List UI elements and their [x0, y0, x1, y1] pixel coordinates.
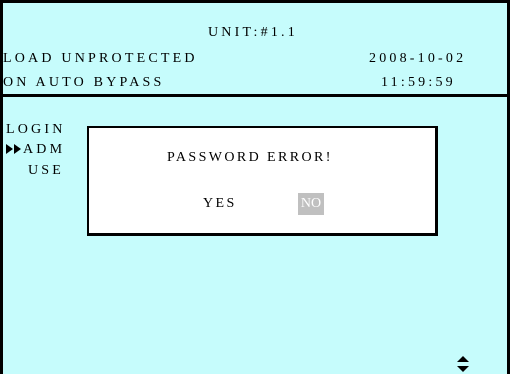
- bypass-status: ON AUTO BYPASS: [3, 75, 165, 90]
- time-display: 11:59:59: [381, 75, 456, 90]
- dialog-message: PASSWORD ERROR!: [167, 150, 333, 165]
- menu-item-use[interactable]: USE: [28, 163, 64, 179]
- no-button[interactable]: NO: [298, 193, 324, 215]
- unit-label: UNIT:#1.1: [208, 25, 298, 40]
- login-menu-title: LOGIN: [6, 122, 66, 137]
- yes-button[interactable]: YES: [203, 196, 237, 212]
- double-right-triangle-icon: [6, 144, 21, 154]
- up-down-arrow-icon[interactable]: [456, 355, 470, 373]
- load-status: LOAD UNPROTECTED: [3, 51, 198, 66]
- menu-item-adm[interactable]: ADM: [23, 142, 65, 158]
- hmi-screen: UNIT:#1.1 LOAD UNPROTECTED 2008-10-02 ON…: [0, 0, 510, 374]
- header-divider: [3, 94, 507, 97]
- password-error-dialog: PASSWORD ERROR! YES NO: [87, 126, 438, 236]
- date-display: 2008-10-02: [369, 51, 467, 66]
